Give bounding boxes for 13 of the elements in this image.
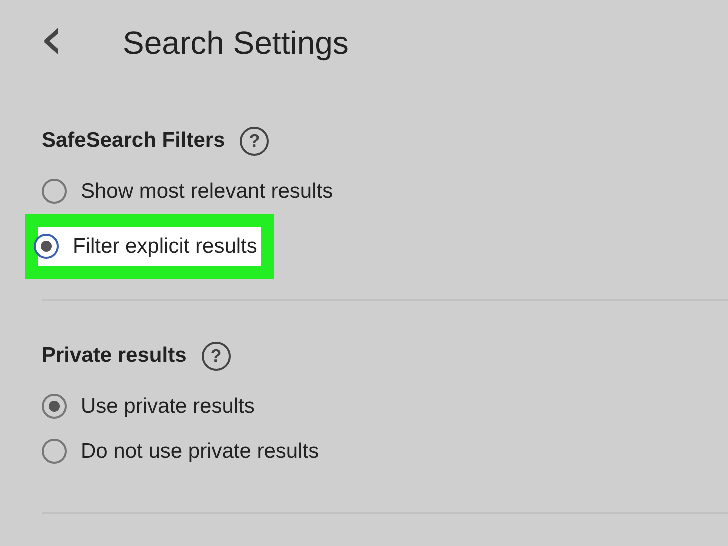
option-label[interactable]: Do not use private results	[81, 440, 320, 464]
radio-button[interactable]	[42, 179, 67, 204]
help-icon[interactable]: ?	[240, 126, 270, 156]
section-title: Private results	[42, 344, 187, 368]
radio-button[interactable]	[42, 439, 67, 464]
option-label[interactable]: Use private results	[81, 394, 255, 418]
section-title: SafeSearch Filters	[42, 129, 226, 153]
radio-button[interactable]	[42, 394, 67, 419]
radio-button[interactable]	[34, 234, 59, 259]
option-label[interactable]: Show most relevant results	[81, 180, 334, 204]
back-button[interactable]: ‹	[34, 8, 70, 70]
help-icon[interactable]: ?	[202, 342, 231, 370]
page-title: Search Settings	[123, 24, 349, 62]
